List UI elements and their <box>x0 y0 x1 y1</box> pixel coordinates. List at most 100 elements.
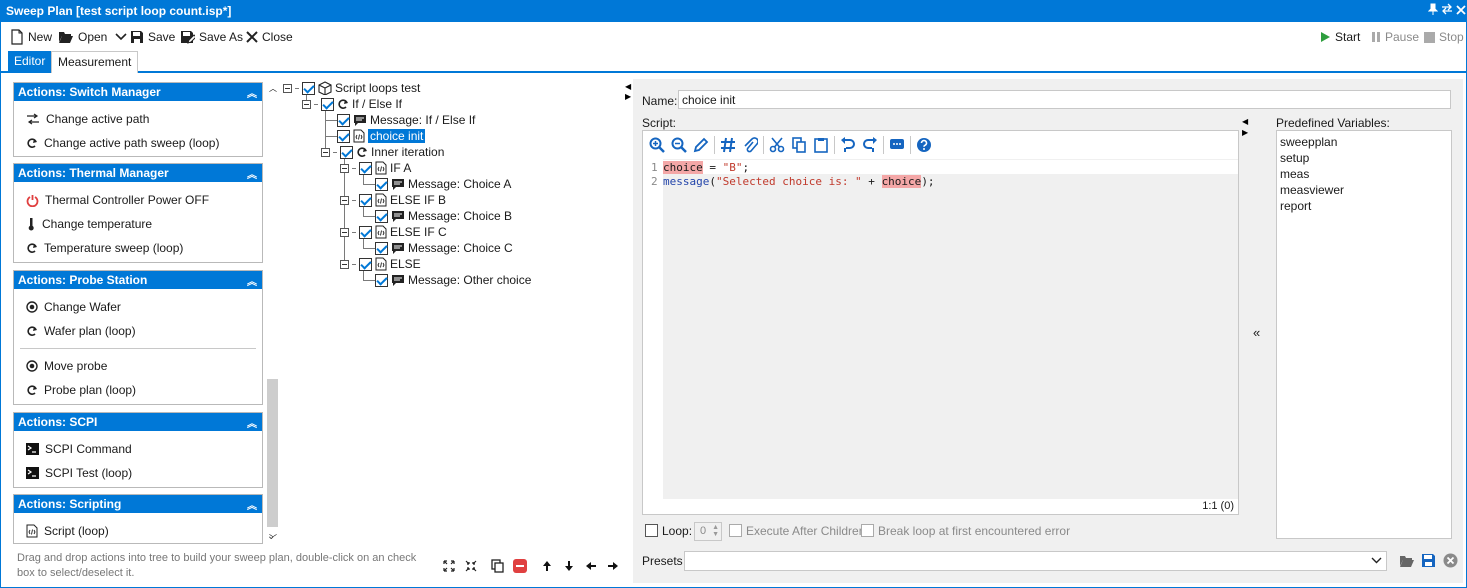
variable-item[interactable]: setup <box>1280 151 1309 165</box>
tree-node-else-if-b[interactable]: ELSE IF B <box>340 192 446 208</box>
move-right-icon[interactable] <box>604 557 622 575</box>
tree-node-inner-iteration[interactable]: Inner iteration <box>321 144 444 160</box>
splitter-right-arrow-icon[interactable]: ▶ <box>625 92 631 101</box>
loop-count-spinner[interactable]: 0 ▲ ▼ <box>694 522 722 541</box>
splitter-left-arrow-icon[interactable]: ◀ <box>625 82 631 91</box>
open-button[interactable]: Open <box>58 27 127 47</box>
tree-node-message-other-choice[interactable]: Message: Other choice <box>375 272 531 288</box>
collapse-node-icon[interactable] <box>340 195 349 205</box>
action-scpi-test[interactable]: SCPI Test (loop) <box>26 464 132 482</box>
close-button[interactable]: Close <box>246 27 293 47</box>
collapse-node-icon[interactable] <box>340 163 349 173</box>
scrollbar-thumb[interactable] <box>267 379 278 527</box>
hash-icon[interactable] <box>720 137 736 153</box>
tree-node-else-if-c[interactable]: ELSE IF C <box>340 224 447 240</box>
node-checkbox[interactable] <box>340 145 353 159</box>
comment-icon[interactable] <box>889 137 905 153</box>
collapse-chevron-icon[interactable]: ︽ <box>247 497 257 512</box>
variable-item[interactable]: sweepplan <box>1280 135 1337 149</box>
actions-scrollbar[interactable]: ⌄ <box>265 79 280 544</box>
group-header[interactable]: Actions: Scripting ︽ <box>14 495 262 513</box>
collapse-node-icon[interactable] <box>321 147 330 157</box>
move-left-icon[interactable] <box>582 557 600 575</box>
group-header[interactable]: Actions: Switch Manager ︽ <box>14 83 262 101</box>
code-area[interactable]: 1 2 choice = "B"; message("Selected choi… <box>643 159 1238 499</box>
tree-node-if-else[interactable]: If / Else If <box>302 96 402 112</box>
variables-right-arrow-icon[interactable]: ▶ <box>1242 128 1248 137</box>
node-checkbox[interactable] <box>302 81 315 95</box>
new-button[interactable]: New <box>10 27 52 47</box>
tab-measurement[interactable]: Measurement <box>51 51 139 73</box>
chevron-down-icon[interactable] <box>1371 557 1382 564</box>
variable-item[interactable]: meas <box>1280 167 1309 181</box>
action-scpi-command[interactable]: SCPI Command <box>26 440 132 458</box>
collapse-node-icon[interactable] <box>283 83 292 93</box>
start-button[interactable]: Start <box>1319 27 1360 47</box>
collapse-variables-icon[interactable]: « <box>1253 325 1260 340</box>
action-temperature-sweep[interactable]: Temperature sweep (loop) <box>26 239 183 257</box>
collapse-node-icon[interactable] <box>340 227 349 237</box>
presets-dropdown[interactable] <box>684 551 1387 571</box>
undo-icon[interactable] <box>840 137 856 153</box>
tab-editor[interactable]: Editor <box>8 51 52 73</box>
tree-node-message-choice-a[interactable]: Message: Choice A <box>375 176 511 192</box>
copy-icon[interactable] <box>791 137 807 153</box>
node-checkbox[interactable] <box>375 273 388 287</box>
paperclip-icon[interactable] <box>742 137 758 153</box>
tree-node-choice-init[interactable]: choice init <box>337 128 426 144</box>
node-checkbox[interactable] <box>321 97 334 111</box>
spinner-arrows-icon[interactable]: ▲ ▼ <box>712 524 719 538</box>
chevron-down-icon[interactable] <box>115 33 127 41</box>
tree-node-message-choice-c[interactable]: Message: Choice C <box>375 240 513 256</box>
tree-scroll-down-icon[interactable]: ﹀ <box>269 533 277 544</box>
collapse-node-icon[interactable] <box>302 99 311 109</box>
tree-node-else[interactable]: ELSE <box>340 256 421 272</box>
execute-after-children-checkbox[interactable] <box>729 524 742 537</box>
node-checkbox[interactable] <box>337 129 350 143</box>
loop-checkbox[interactable] <box>645 524 658 537</box>
cut-icon[interactable] <box>769 137 785 153</box>
collapse-chevron-icon[interactable]: ︽ <box>247 415 257 430</box>
pause-button[interactable]: Pause <box>1371 27 1419 47</box>
action-wafer-plan[interactable]: Wafer plan (loop) <box>26 322 136 340</box>
node-checkbox[interactable] <box>375 241 388 255</box>
collapse-chevron-icon[interactable]: ︽ <box>247 166 257 181</box>
action-change-active-path-sweep[interactable]: Change active path sweep (loop) <box>26 134 219 152</box>
delete-preset-icon[interactable] <box>1443 553 1458 568</box>
group-header[interactable]: Actions: Probe Station ︽ <box>14 271 262 289</box>
tree-node-if-a[interactable]: IF A <box>340 160 411 176</box>
group-header[interactable]: Actions: SCPI ︽ <box>14 413 262 431</box>
name-input[interactable]: choice init <box>678 90 1451 109</box>
collapse-chevron-icon[interactable]: ︽ <box>247 273 257 288</box>
zoom-in-icon[interactable] <box>649 137 665 153</box>
action-change-active-path[interactable]: Change active path <box>26 110 149 128</box>
tree-scroll-up-icon[interactable]: ︿ <box>269 83 277 94</box>
node-checkbox[interactable] <box>359 161 372 175</box>
collapse-node-icon[interactable] <box>340 259 349 269</box>
pencil-icon[interactable] <box>693 137 709 153</box>
node-checkbox[interactable] <box>337 113 350 127</box>
variable-item[interactable]: report <box>1280 199 1311 213</box>
collapse-all-icon[interactable] <box>462 557 480 575</box>
expand-all-icon[interactable] <box>440 557 458 575</box>
open-preset-icon[interactable] <box>1399 554 1415 568</box>
action-probe-plan[interactable]: Probe plan (loop) <box>26 381 136 399</box>
break-loop-checkbox[interactable] <box>861 524 874 537</box>
float-icon[interactable] <box>1439 3 1454 19</box>
predefined-variables-list[interactable]: sweepplan setup meas measviewer report <box>1276 130 1452 539</box>
help-icon[interactable] <box>916 137 932 153</box>
move-down-icon[interactable] <box>560 557 578 575</box>
node-checkbox[interactable] <box>359 193 372 207</box>
action-change-temperature[interactable]: Change temperature <box>26 215 152 233</box>
redo-icon[interactable] <box>862 137 878 153</box>
node-checkbox[interactable] <box>375 209 388 223</box>
move-up-icon[interactable] <box>538 557 556 575</box>
node-checkbox[interactable] <box>359 257 372 271</box>
copy-node-icon[interactable] <box>488 557 506 575</box>
variable-item[interactable]: measviewer <box>1280 183 1344 197</box>
group-header[interactable]: Actions: Thermal Manager ︽ <box>14 164 262 182</box>
tree-node-root[interactable]: Script loops test <box>283 80 420 96</box>
stop-button[interactable]: Stop <box>1424 27 1464 47</box>
close-window-icon[interactable] <box>1453 3 1467 19</box>
tree-node-message-if-else[interactable]: Message: If / Else If <box>337 112 475 128</box>
